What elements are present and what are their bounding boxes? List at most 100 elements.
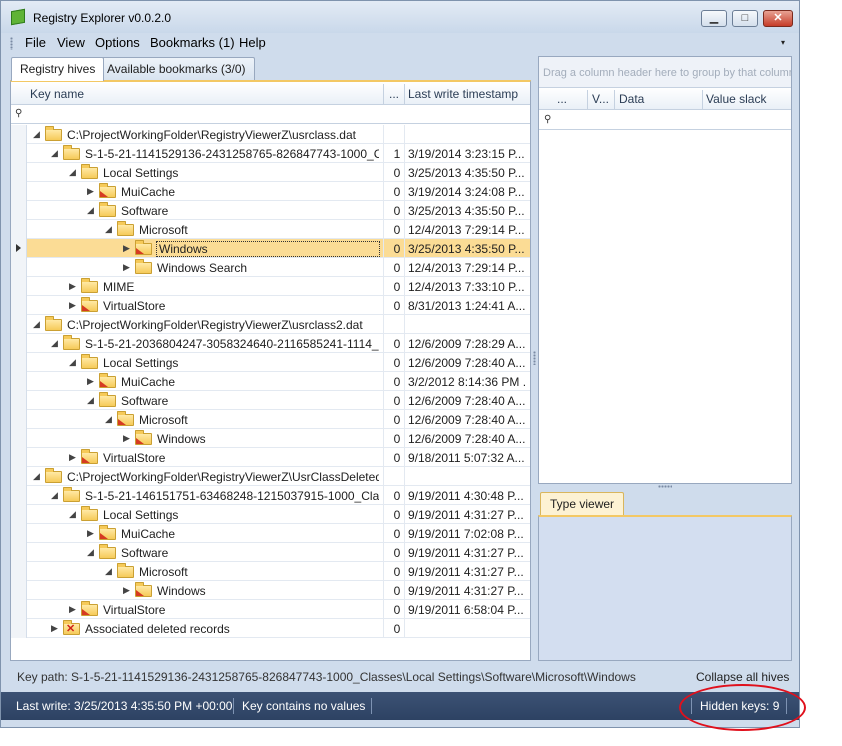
collapse-arrow-icon[interactable]: ◢ [87,547,94,558]
column-divider[interactable] [614,90,615,110]
collapse-arrow-icon[interactable]: ◢ [87,395,94,406]
table-row[interactable]: ▶ MuiCache 0 3/2/2012 8:14:36 PM ... [11,372,530,391]
column-key-name[interactable]: Key name [30,87,84,101]
hive-row[interactable]: ◢ C:\ProjectWorkingFolder\RegistryViewerZ… [11,125,530,144]
collapse-arrow-icon[interactable]: ◢ [105,566,112,577]
column-divider[interactable] [587,90,588,110]
expand-arrow-icon[interactable]: ▶ [87,528,94,539]
row-indicator[interactable] [11,429,27,448]
row-indicator[interactable] [11,182,27,201]
hive-row[interactable]: ◢ C:\ProjectWorkingFolder\RegistryViewerZ… [11,315,530,334]
expand-arrow-icon[interactable]: ▶ [123,585,130,596]
row-indicator[interactable] [11,258,27,277]
expand-arrow-icon[interactable]: ▶ [69,300,76,311]
row-indicator[interactable] [11,353,27,372]
expand-arrow-icon[interactable]: ▶ [123,243,130,254]
table-row[interactable]: ◢ Microsoft 0 12/6/2009 7:28:40 A... [11,410,530,429]
close-button[interactable]: ✕ [763,10,793,27]
expand-arrow-icon[interactable]: ▶ [123,262,130,273]
tab-registry-hives[interactable]: Registry hives [11,57,105,81]
table-row[interactable]: ◢ Software 0 3/25/2013 4:35:50 P... [11,201,530,220]
table-row[interactable]: ◢ Software 0 12/6/2009 7:28:40 A... [11,391,530,410]
row-indicator[interactable] [11,505,27,524]
minimize-button[interactable]: ▁ [701,10,727,27]
collapse-arrow-icon[interactable]: ◢ [33,319,40,330]
filter-pin-icon[interactable]: ⚲ [15,108,22,119]
row-indicator[interactable] [11,296,27,315]
table-row[interactable]: ▶ VirtualStore 0 9/18/2011 5:07:32 A... [11,448,530,467]
collapse-arrow-icon[interactable]: ◢ [51,338,58,349]
filter-pin-icon[interactable]: ⚲ [544,114,551,125]
chevron-down-icon[interactable]: ▾ [781,38,785,47]
column-value-dots[interactable]: ... [557,92,567,106]
row-indicator[interactable] [11,239,27,258]
menu-help[interactable]: Help [239,35,266,50]
table-row[interactable]: ◢ Local Settings 0 3/25/2013 4:35:50 P... [11,163,530,182]
expand-arrow-icon[interactable]: ▶ [87,186,94,197]
collapse-arrow-icon[interactable]: ◢ [69,509,76,520]
table-row[interactable]: ◢ S-1-5-21-146151751-63468248-1215037915-… [11,486,530,505]
table-row[interactable]: ▶ ✕ Associated deleted records 0 [11,619,530,638]
splitter-horizontal[interactable] [658,485,672,488]
row-indicator[interactable] [11,125,27,144]
row-indicator[interactable] [11,315,27,334]
hive-row[interactable]: ◢ C:\ProjectWorkingFolder\RegistryViewerZ… [11,467,530,486]
row-indicator[interactable] [11,391,27,410]
column-last-write[interactable]: Last write timestamp [408,87,518,101]
column-value-name[interactable]: V... [592,92,609,106]
table-row[interactable]: ◢ Software 0 9/19/2011 4:31:27 P... [11,543,530,562]
row-indicator[interactable] [11,334,27,353]
filter-row[interactable]: ⚲ [11,105,530,124]
row-indicator[interactable] [11,581,27,600]
row-indicator[interactable] [11,619,27,638]
menu-file[interactable]: File [25,35,46,50]
row-indicator[interactable] [11,220,27,239]
collapse-arrow-icon[interactable]: ◢ [69,167,76,178]
maximize-button[interactable]: □ [732,10,758,27]
row-indicator[interactable] [11,448,27,467]
row-indicator[interactable] [11,543,27,562]
collapse-arrow-icon[interactable]: ◢ [69,357,76,368]
expand-arrow-icon[interactable]: ▶ [69,281,76,292]
table-row[interactable]: ◢ Microsoft 0 9/19/2011 4:31:27 P... [11,562,530,581]
row-indicator[interactable] [11,163,27,182]
collapse-arrow-icon[interactable]: ◢ [105,224,112,235]
table-row[interactable]: ▶ MIME 0 12/4/2013 7:33:10 P... [11,277,530,296]
table-row[interactable]: ▶ MuiCache 0 9/19/2011 7:02:08 P... [11,524,530,543]
column-value-slack[interactable]: Value slack [706,92,766,106]
table-row[interactable]: ◢ Microsoft 0 12/4/2013 7:29:14 P... [11,220,530,239]
table-row[interactable]: ◢ Local Settings 0 12/6/2009 7:28:40 A... [11,353,530,372]
values-filter-row[interactable]: ⚲ [539,110,791,130]
table-row[interactable]: ◢ S-1-5-21-1141529136-2431258765-82684774… [11,144,530,163]
column-value-count[interactable]: ... [389,87,399,101]
menu-bookmarks[interactable]: Bookmarks (1) [150,35,235,50]
table-row[interactable]: ▶ MuiCache 0 3/19/2014 3:24:08 P... [11,182,530,201]
group-by-hint[interactable]: Drag a column header here to group by th… [539,57,791,88]
expand-arrow-icon[interactable]: ▶ [87,376,94,387]
row-indicator[interactable] [11,372,27,391]
table-row[interactable]: ▶ Windows 0 12/6/2009 7:28:40 A... [11,429,530,448]
splitter-vertical[interactable] [533,351,536,365]
tab-type-viewer[interactable]: Type viewer [540,492,625,515]
menu-view[interactable]: View [57,35,85,50]
collapse-arrow-icon[interactable]: ◢ [87,205,94,216]
row-indicator[interactable] [11,144,27,163]
collapse-arrow-icon[interactable]: ◢ [33,471,40,482]
table-row[interactable]: ▶ Windows Search 0 12/4/2013 7:29:14 P... [11,258,530,277]
row-indicator[interactable] [11,562,27,581]
table-row[interactable]: ▶ Windows 0 9/19/2011 4:31:27 P... [11,581,530,600]
tab-available-bookmarks[interactable]: Available bookmarks (3/0) [98,57,255,80]
column-data[interactable]: Data [619,92,644,106]
collapse-arrow-icon[interactable]: ◢ [105,414,112,425]
collapse-arrow-icon[interactable]: ◢ [33,129,40,140]
expand-arrow-icon[interactable]: ▶ [69,604,76,615]
table-row[interactable]: ▶ VirtualStore 0 9/19/2011 6:58:04 P... [11,600,530,619]
row-indicator[interactable] [11,600,27,619]
column-divider[interactable] [404,84,405,104]
column-divider[interactable] [383,84,384,104]
collapse-all-hives-link[interactable]: Collapse all hives [696,670,789,684]
menu-grip-icon[interactable] [10,37,13,50]
row-indicator[interactable] [11,410,27,429]
expand-arrow-icon[interactable]: ▶ [69,452,76,463]
table-row[interactable]: ◢ S-1-5-21-2036804247-3058324640-21165852… [11,334,530,353]
